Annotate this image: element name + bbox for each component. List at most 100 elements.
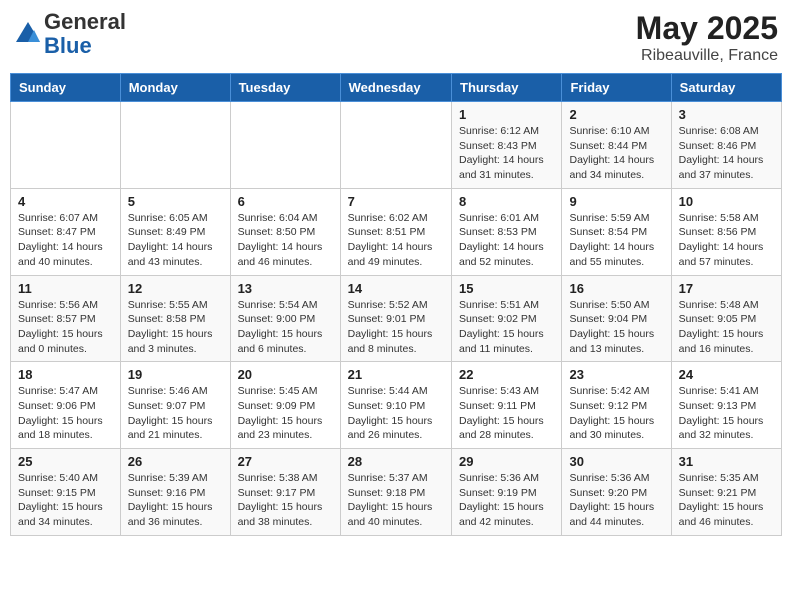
calendar-cell: 12 Sunrise: 5:55 AMSunset: 8:58 PMDayligh…: [120, 275, 230, 362]
day-number: 24: [679, 367, 774, 382]
calendar-cell: 7 Sunrise: 6:02 AMSunset: 8:51 PMDaylight…: [340, 188, 451, 275]
day-number: 6: [238, 194, 333, 209]
day-number: 4: [18, 194, 113, 209]
day-number: 13: [238, 281, 333, 296]
day-number: 30: [569, 454, 663, 469]
calendar-cell: 29Sunrise: 5:36 AMSunset: 9:19 PMDayligh…: [452, 449, 562, 536]
day-info: Sunrise: 6:12 AMSunset: 8:43 PMDaylight:…: [459, 124, 554, 183]
weekday-header-saturday: Saturday: [671, 74, 781, 102]
calendar-cell: 8Sunrise: 6:01 AMSunset: 8:53 PMDaylight…: [452, 188, 562, 275]
day-info: Sunrise: 5:38 AMSunset: 9:17 PMDaylight:…: [238, 471, 333, 530]
calendar-cell: 5Sunrise: 6:05 AMSunset: 8:49 PMDaylight…: [120, 188, 230, 275]
day-number: 26: [128, 454, 223, 469]
day-info: Sunrise: 5:48 AMSunset: 9:05 PMDaylight:…: [679, 298, 774, 357]
day-info: Sunrise: 5:44 AMSunset: 9:10 PMDaylight:…: [348, 384, 444, 443]
calendar-cell: 31 Sunrise: 5:35 AMSunset: 9:21 PMDayligh…: [671, 449, 781, 536]
day-number: 12: [128, 281, 223, 296]
weekday-header-friday: Friday: [562, 74, 671, 102]
day-number: 14: [348, 281, 444, 296]
day-info: Sunrise: 5:45 AMSunset: 9:09 PMDaylight:…: [238, 384, 333, 443]
calendar-cell: 23 Sunrise: 5:42 AMSunset: 9:12 PMDayligh…: [562, 362, 671, 449]
day-info: Sunrise: 5:42 AMSunset: 9:12 PMDaylight:…: [569, 384, 663, 443]
calendar-cell: 17 Sunrise: 5:48 AMSunset: 9:05 PMDayligh…: [671, 275, 781, 362]
day-info: Sunrise: 6:04 AMSunset: 8:50 PMDaylight:…: [238, 211, 333, 270]
calendar-cell: 22Sunrise: 5:43 AMSunset: 9:11 PMDayligh…: [452, 362, 562, 449]
calendar-cell: [230, 102, 340, 189]
day-info: Sunrise: 5:51 AMSunset: 9:02 PMDaylight:…: [459, 298, 554, 357]
weekday-header-sunday: Sunday: [11, 74, 121, 102]
day-number: 3: [679, 107, 774, 122]
day-number: 9: [569, 194, 663, 209]
calendar-cell: 28 Sunrise: 5:37 AMSunset: 9:18 PMDayligh…: [340, 449, 451, 536]
calendar-table: SundayMondayTuesdayWednesdayThursdayFrid…: [10, 73, 782, 536]
calendar-cell: 30Sunrise: 5:36 AMSunset: 9:20 PMDayligh…: [562, 449, 671, 536]
day-number: 7: [348, 194, 444, 209]
day-info: Sunrise: 5:35 AMSunset: 9:21 PMDaylight:…: [679, 471, 774, 530]
day-number: 10: [679, 194, 774, 209]
day-info: Sunrise: 5:37 AMSunset: 9:18 PMDaylight:…: [348, 471, 444, 530]
day-number: 18: [18, 367, 113, 382]
day-number: 17: [679, 281, 774, 296]
calendar-cell: 18 Sunrise: 5:47 AMSunset: 9:06 PMDayligh…: [11, 362, 121, 449]
calendar-cell: [120, 102, 230, 189]
calendar-cell: 25 Sunrise: 5:40 AMSunset: 9:15 PMDayligh…: [11, 449, 121, 536]
day-number: 25: [18, 454, 113, 469]
day-number: 11: [18, 281, 113, 296]
day-number: 1: [459, 107, 554, 122]
weekday-header-tuesday: Tuesday: [230, 74, 340, 102]
day-number: 2: [569, 107, 663, 122]
day-info: Sunrise: 5:55 AMSunset: 8:58 PMDaylight:…: [128, 298, 223, 357]
weekday-header-row: SundayMondayTuesdayWednesdayThursdayFrid…: [11, 74, 782, 102]
calendar-cell: 9 Sunrise: 5:59 AMSunset: 8:54 PMDaylight…: [562, 188, 671, 275]
day-info: Sunrise: 5:56 AMSunset: 8:57 PMDaylight:…: [18, 298, 113, 357]
calendar-cell: 13 Sunrise: 5:54 AMSunset: 9:00 PMDayligh…: [230, 275, 340, 362]
week-row-5: 25 Sunrise: 5:40 AMSunset: 9:15 PMDayligh…: [11, 449, 782, 536]
calendar-cell: 3 Sunrise: 6:08 AMSunset: 8:46 PMDaylight…: [671, 102, 781, 189]
title-area: May 2025 Ribeauville, France: [636, 10, 778, 65]
calendar-cell: 4 Sunrise: 6:07 AMSunset: 8:47 PMDaylight…: [11, 188, 121, 275]
calendar-cell: 14Sunrise: 5:52 AMSunset: 9:01 PMDayligh…: [340, 275, 451, 362]
day-number: 28: [348, 454, 444, 469]
calendar-cell: 26 Sunrise: 5:39 AMSunset: 9:16 PMDayligh…: [120, 449, 230, 536]
day-info: Sunrise: 5:41 AMSunset: 9:13 PMDaylight:…: [679, 384, 774, 443]
week-row-2: 4 Sunrise: 6:07 AMSunset: 8:47 PMDaylight…: [11, 188, 782, 275]
day-number: 27: [238, 454, 333, 469]
day-number: 16: [569, 281, 663, 296]
month-title: May 2025: [636, 10, 778, 47]
calendar-cell: 19Sunrise: 5:46 AMSunset: 9:07 PMDayligh…: [120, 362, 230, 449]
calendar-cell: 11 Sunrise: 5:56 AMSunset: 8:57 PMDayligh…: [11, 275, 121, 362]
logo: General Blue: [14, 10, 126, 58]
weekday-header-thursday: Thursday: [452, 74, 562, 102]
calendar-cell: [11, 102, 121, 189]
calendar-cell: 15 Sunrise: 5:51 AMSunset: 9:02 PMDayligh…: [452, 275, 562, 362]
day-info: Sunrise: 5:43 AMSunset: 9:11 PMDaylight:…: [459, 384, 554, 443]
page-header: General Blue May 2025 Ribeauville, Franc…: [10, 10, 782, 65]
day-info: Sunrise: 5:59 AMSunset: 8:54 PMDaylight:…: [569, 211, 663, 270]
calendar-cell: 21Sunrise: 5:44 AMSunset: 9:10 PMDayligh…: [340, 362, 451, 449]
day-info: Sunrise: 5:40 AMSunset: 9:15 PMDaylight:…: [18, 471, 113, 530]
calendar-cell: 10 Sunrise: 5:58 AMSunset: 8:56 PMDayligh…: [671, 188, 781, 275]
day-info: Sunrise: 5:36 AMSunset: 9:19 PMDaylight:…: [459, 471, 554, 530]
week-row-1: 1 Sunrise: 6:12 AMSunset: 8:43 PMDaylight…: [11, 102, 782, 189]
day-info: Sunrise: 5:54 AMSunset: 9:00 PMDaylight:…: [238, 298, 333, 357]
calendar-cell: 2Sunrise: 6:10 AMSunset: 8:44 PMDaylight…: [562, 102, 671, 189]
day-info: Sunrise: 6:07 AMSunset: 8:47 PMDaylight:…: [18, 211, 113, 270]
day-info: Sunrise: 6:08 AMSunset: 8:46 PMDaylight:…: [679, 124, 774, 183]
day-info: Sunrise: 6:01 AMSunset: 8:53 PMDaylight:…: [459, 211, 554, 270]
logo-blue-text: Blue: [44, 33, 92, 58]
weekday-header-monday: Monday: [120, 74, 230, 102]
day-number: 23: [569, 367, 663, 382]
day-number: 31: [679, 454, 774, 469]
calendar-cell: 16Sunrise: 5:50 AMSunset: 9:04 PMDayligh…: [562, 275, 671, 362]
weekday-header-wednesday: Wednesday: [340, 74, 451, 102]
calendar-cell: 20Sunrise: 5:45 AMSunset: 9:09 PMDayligh…: [230, 362, 340, 449]
day-info: Sunrise: 5:58 AMSunset: 8:56 PMDaylight:…: [679, 211, 774, 270]
week-row-3: 11 Sunrise: 5:56 AMSunset: 8:57 PMDayligh…: [11, 275, 782, 362]
day-info: Sunrise: 5:47 AMSunset: 9:06 PMDaylight:…: [18, 384, 113, 443]
day-info: Sunrise: 6:05 AMSunset: 8:49 PMDaylight:…: [128, 211, 223, 270]
day-info: Sunrise: 6:02 AMSunset: 8:51 PMDaylight:…: [348, 211, 444, 270]
location: Ribeauville, France: [636, 47, 778, 65]
day-info: Sunrise: 5:39 AMSunset: 9:16 PMDaylight:…: [128, 471, 223, 530]
day-number: 15: [459, 281, 554, 296]
logo-icon: [14, 20, 42, 48]
